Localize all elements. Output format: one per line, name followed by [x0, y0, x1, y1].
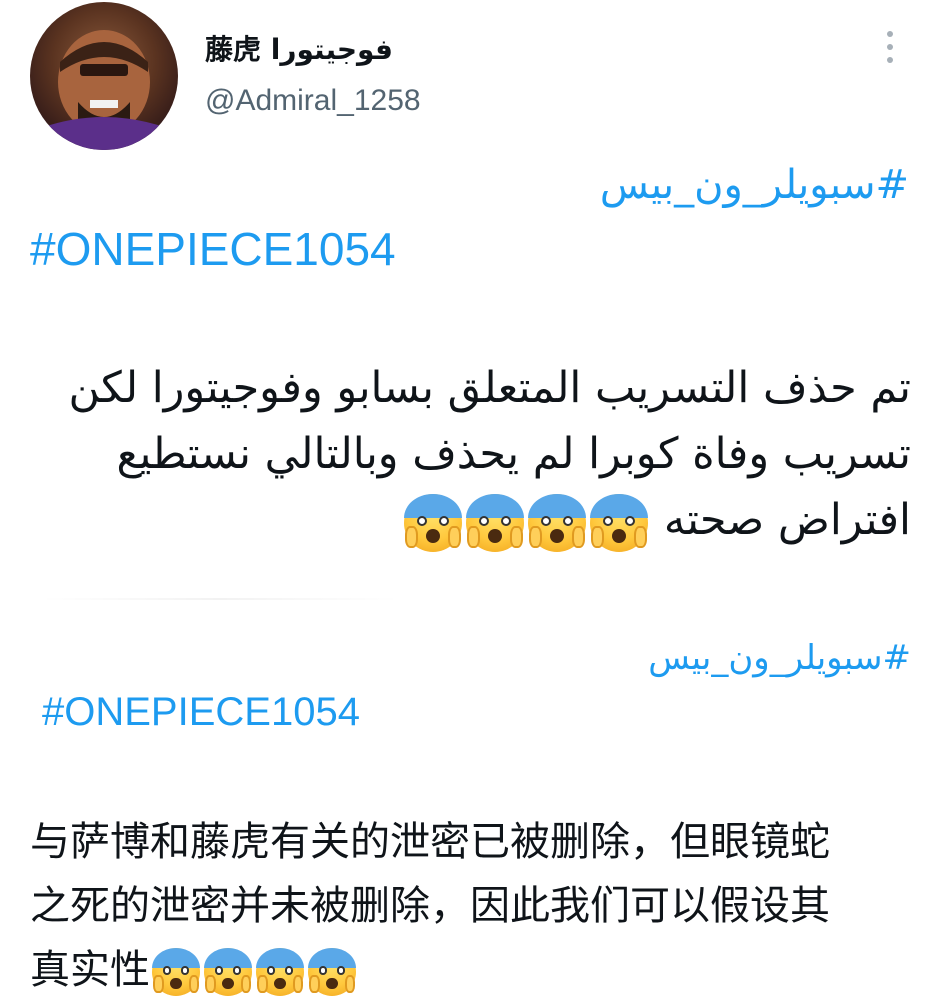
more-vertical-icon[interactable] [872, 22, 908, 72]
avatar[interactable] [30, 2, 178, 150]
hashtag-arabic[interactable]: #سبويلر_ون_بيس [648, 638, 911, 678]
text-line: 真实性 [30, 947, 150, 993]
face-screaming-in-fear-icon [256, 948, 304, 996]
text-line: افتراض صحته [663, 495, 911, 545]
text-line: تسريب وفاة كوبرا لم يحذف وبالتالي نستطيع [116, 429, 911, 479]
tweet-header: 藤虎 فوجيتورا @Admiral_1258 [0, 0, 941, 160]
tweet-text-chinese: 与萨博和藤虎有关的泄密已被删除，但眼镜蛇 之死的泄密并未被删除，因此我们可以假设… [30, 810, 910, 1002]
text-line-with-emoji: 真实性 [30, 938, 910, 1002]
more-dot [887, 44, 893, 50]
hashtag-arabic[interactable]: #سبويلر_ون_بيس [600, 162, 909, 208]
text-line: تم حذف التسريب المتعلق بسابو وفوجيتورا ل… [68, 363, 911, 413]
tweet-text-arabic: تم حذف التسريب المتعلق بسابو وفوجيتورا ل… [31, 355, 911, 553]
text-line-with-emoji: افتراض صحته [31, 487, 911, 553]
text-line: 与萨博和藤虎有关的泄密已被删除，但眼镜蛇 [30, 819, 830, 865]
face-screaming-in-fear-icon [528, 493, 587, 552]
face-screaming-in-fear-icon [466, 493, 525, 552]
face-screaming-in-fear-icon [590, 493, 649, 552]
more-dot [887, 31, 893, 37]
divider [40, 598, 400, 600]
hashtag-onepiece[interactable]: #ONEPIECE1054 [42, 690, 360, 735]
user-handle[interactable]: @Admiral_1258 [205, 84, 421, 118]
face-screaming-in-fear-icon [404, 493, 463, 552]
text-line: 之死的泄密并未被删除，因此我们可以假设其 [30, 883, 830, 929]
face-screaming-in-fear-icon [204, 948, 252, 996]
hashtag-onepiece[interactable]: #ONEPIECE1054 [30, 222, 396, 276]
display-name[interactable]: 藤虎 فوجيتورا [205, 28, 393, 68]
face-screaming-in-fear-icon [152, 948, 200, 996]
avatar-illustration [30, 30, 178, 150]
face-screaming-in-fear-icon [308, 948, 356, 996]
more-dot [887, 57, 893, 63]
